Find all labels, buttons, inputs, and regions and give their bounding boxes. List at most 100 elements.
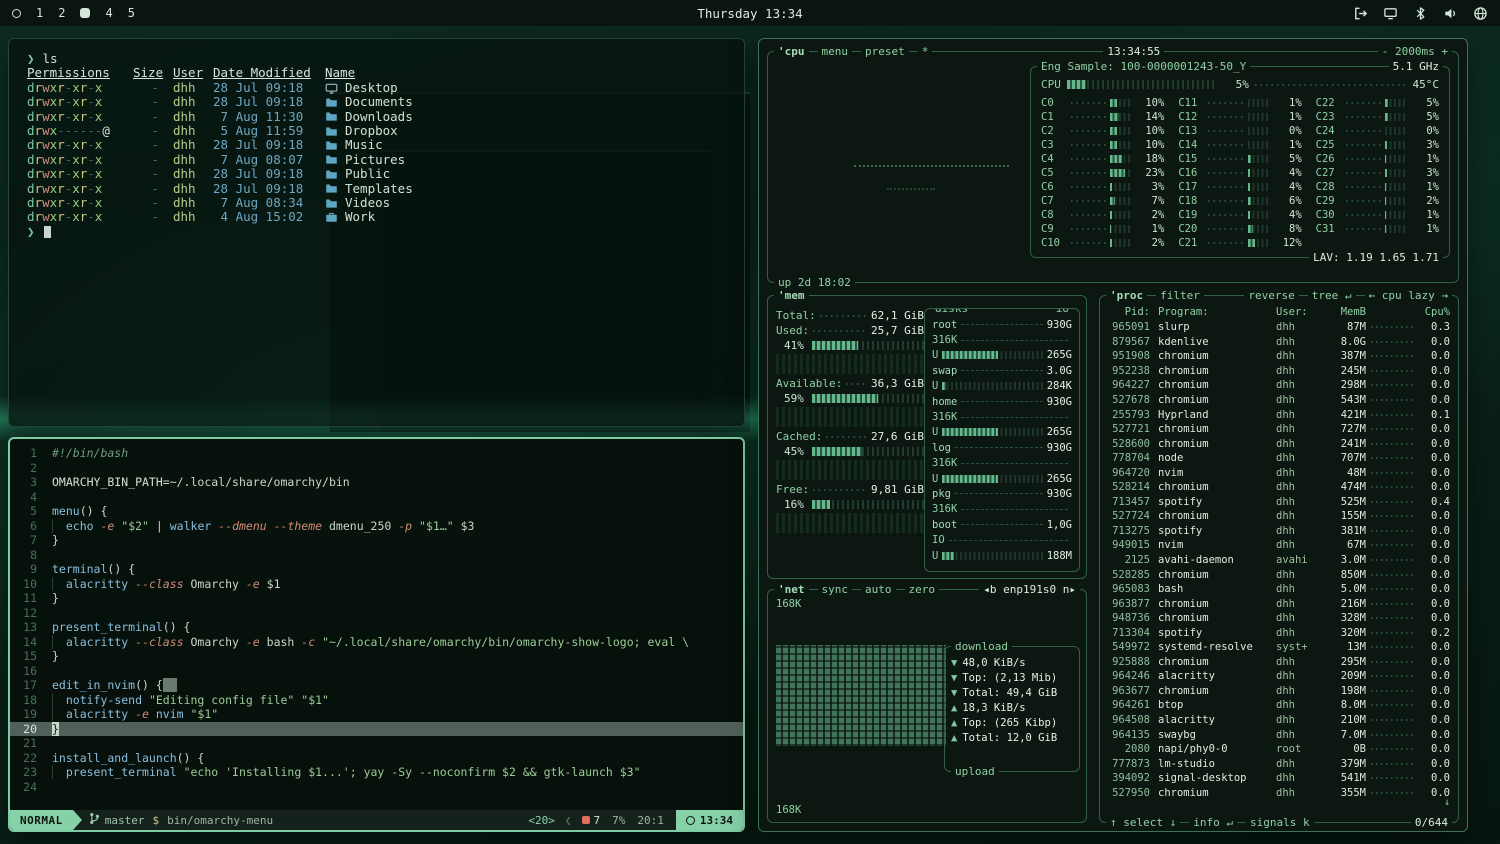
process-row[interactable]: 527678chromiumdhh543M0.0 (1104, 393, 1454, 408)
io-tab[interactable]: io (1052, 308, 1073, 316)
net-interface-selector[interactable]: ◂b enp191s0 n▸ (979, 582, 1080, 597)
process-row[interactable]: 925888chromiumdhh295M0.0 (1104, 655, 1454, 670)
proc-box-title[interactable]: 'proc (1106, 288, 1147, 303)
code-line[interactable]: 16 (10, 664, 743, 679)
info-hint[interactable]: info ↵ (1189, 815, 1237, 830)
header-pid[interactable]: Pid: (1108, 306, 1158, 318)
network-icon[interactable] (1383, 6, 1398, 21)
code-line[interactable]: 17edit_in_nvim() { (10, 678, 743, 693)
cursor-position: 20:1 (637, 814, 664, 827)
net-sync-toggle[interactable]: sync (818, 582, 853, 597)
code-line[interactable]: 4 (10, 490, 743, 505)
process-row[interactable]: 964720nvimdhh48M0.0 (1104, 465, 1454, 480)
cpu-box-title[interactable]: 'cpu (774, 44, 809, 59)
ls-rows: drwxr-xr-x-dhh28 Jul 09:18Desktopdrwxr-x… (27, 81, 726, 225)
process-row[interactable]: 879567kdenlivedhh8.0G0.0 (1104, 335, 1454, 350)
terminal-window-files[interactable]: ❯ls PermissionsSizeUserDate ModifiedName… (8, 38, 745, 427)
process-row[interactable]: 2080napi/phy0-0root0B0.0 (1104, 742, 1454, 757)
process-row[interactable]: 952238chromiumdhh245M0.0 (1104, 364, 1454, 379)
process-row[interactable]: 951908chromiumdhh387M0.0 (1104, 349, 1454, 364)
code-line[interactable]: 13present_terminal() { (10, 620, 743, 635)
signals-hint[interactable]: signals k (1246, 815, 1314, 830)
select-hint[interactable]: ↑ select ↓ (1106, 815, 1180, 830)
process-row[interactable]: 964508alacrittydhh210M0.0 (1104, 713, 1454, 728)
process-row[interactable]: 527721chromiumdhh727M0.0 (1104, 422, 1454, 437)
btop-window[interactable]: 'cpu menu preset * 13:34:55 - 2000ms + E… (758, 38, 1468, 832)
mem-box-title[interactable]: 'mem (774, 288, 809, 303)
net-auto-toggle[interactable]: auto (861, 582, 896, 597)
code-line[interactable]: 23▏ present_terminal "echo 'Installing $… (10, 765, 743, 780)
header-cpu[interactable]: Cpu% (1420, 306, 1450, 318)
code-line[interactable]: 7} (10, 533, 743, 548)
diagnostics-count[interactable]: 7 (582, 814, 601, 827)
code-line[interactable]: 1#!/bin/bash (10, 446, 743, 461)
preset-button[interactable]: preset (861, 44, 909, 59)
process-row[interactable]: 963677chromiumdhh198M0.0 (1104, 684, 1454, 699)
bluetooth-icon[interactable] (1413, 6, 1428, 21)
code-line[interactable]: 24 (10, 780, 743, 795)
code-line[interactable]: 18▏ notify-send "Editing config file" "$… (10, 693, 743, 708)
process-row[interactable]: 948736chromiumdhh328M0.0 (1104, 611, 1454, 626)
process-row[interactable]: 713304spotifydhh320M0.2 (1104, 625, 1454, 640)
process-row[interactable]: 964246alacrittydhh209M0.0 (1104, 669, 1454, 684)
logout-icon[interactable] (1353, 6, 1368, 21)
code-line[interactable]: 15} (10, 649, 743, 664)
process-row[interactable]: 527724chromiumdhh155M0.0 (1104, 509, 1454, 524)
reverse-button[interactable]: reverse (1244, 288, 1298, 303)
process-row[interactable]: 965083bashdhh5.0M0.0 (1104, 582, 1454, 597)
process-row[interactable]: 528285chromiumdhh850M0.0 (1104, 567, 1454, 582)
code-line[interactable]: 19▏ alacritty -e nvim "$1" (10, 707, 743, 722)
code-line[interactable]: 8 (10, 548, 743, 563)
process-row[interactable]: 713457spotifydhh525M0.4 (1104, 495, 1454, 510)
tree-button[interactable]: tree ↵ (1308, 288, 1356, 303)
menu-button[interactable]: menu (818, 44, 853, 59)
update-interval-control[interactable]: - 2000ms + (1378, 44, 1452, 59)
code-line[interactable]: 12 (10, 606, 743, 621)
code-line[interactable]: 10▏ alacritty --class Omarchy -e $1 (10, 577, 743, 592)
process-row[interactable]: 778704nodedhh707M0.0 (1104, 451, 1454, 466)
process-row[interactable]: 528600chromiumdhh241M0.0 (1104, 436, 1454, 451)
code-line[interactable]: 6▏ echo -e "$2" | walker --dmenu --theme… (10, 519, 743, 534)
topbar-clock[interactable]: Thursday 13:34 (0, 6, 1500, 21)
code-line[interactable]: 14▏ alacritty --class Omarchy -e bash -c… (10, 635, 743, 650)
code-line[interactable]: 11} (10, 591, 743, 606)
process-row[interactable]: 527950chromiumdhh355M0.0 (1104, 786, 1454, 801)
code-line[interactable]: 9terminal() { (10, 562, 743, 577)
code-line[interactable]: 3OMARCHY_BIN_PATH=~/.local/share/omarchy… (10, 475, 743, 490)
process-row[interactable]: 713275spotifydhh381M0.0 (1104, 524, 1454, 539)
globe-icon[interactable] (1473, 6, 1488, 21)
process-row[interactable]: 528214chromiumdhh474M0.0 (1104, 480, 1454, 495)
process-row[interactable]: 255793Hyprlanddhh421M0.1 (1104, 407, 1454, 422)
process-row[interactable]: 777873lm-studiodhh379M0.0 (1104, 756, 1454, 771)
process-row[interactable]: 949015nvimdhh67M0.0 (1104, 538, 1454, 553)
code-line[interactable]: 20} (10, 722, 743, 737)
volume-icon[interactable] (1443, 6, 1458, 21)
desktop: 1245 Thursday 13:34 ❯ls PermissionsSizeU… (0, 0, 1500, 844)
sort-column-nav[interactable]: ← cpu lazy → (1365, 288, 1452, 303)
filter-button[interactable]: filter (1156, 288, 1204, 303)
scroll-down-indicator[interactable]: ↓ (1444, 797, 1450, 808)
header-mem[interactable]: MemB (1324, 306, 1366, 318)
code-line[interactable]: 5menu() { (10, 504, 743, 519)
code-line[interactable]: 2 (10, 461, 743, 476)
new-prompt-line[interactable]: ❯ (27, 225, 726, 239)
code-line[interactable]: 21 (10, 736, 743, 751)
core-row: C225% (1316, 96, 1439, 110)
git-branch[interactable]: master (89, 812, 145, 828)
net-box-title[interactable]: 'net (774, 582, 809, 597)
process-row[interactable]: 964261btopdhh8.0M0.0 (1104, 698, 1454, 713)
process-row[interactable]: 964135swaybgdhh7.0M0.0 (1104, 727, 1454, 742)
process-row[interactable]: 549972systemd-resolvesyst+13M0.0 (1104, 640, 1454, 655)
process-row[interactable]: 964227chromiumdhh298M0.0 (1104, 378, 1454, 393)
header-program[interactable]: Program: (1158, 306, 1276, 318)
process-panel: 'proc filter reverse tree ↵ ← cpu lazy →… (1099, 295, 1459, 823)
code-line[interactable]: 22install_and_launch() { (10, 751, 743, 766)
disks-tab[interactable]: disks (931, 308, 972, 316)
process-row[interactable]: 965091slurpdhh87M0.3 (1104, 320, 1454, 335)
process-row[interactable]: 963877chromiumdhh216M0.0 (1104, 596, 1454, 611)
process-row[interactable]: 394092signal-desktopdhh541M0.0 (1104, 771, 1454, 786)
process-row[interactable]: 2125avahi-daemonavahi3.0M0.0 (1104, 553, 1454, 568)
editor-window[interactable]: 1#!/bin/bash23OMARCHY_BIN_PATH=~/.local/… (8, 437, 745, 832)
header-user[interactable]: User: (1276, 306, 1324, 318)
net-zero-toggle[interactable]: zero (905, 582, 940, 597)
